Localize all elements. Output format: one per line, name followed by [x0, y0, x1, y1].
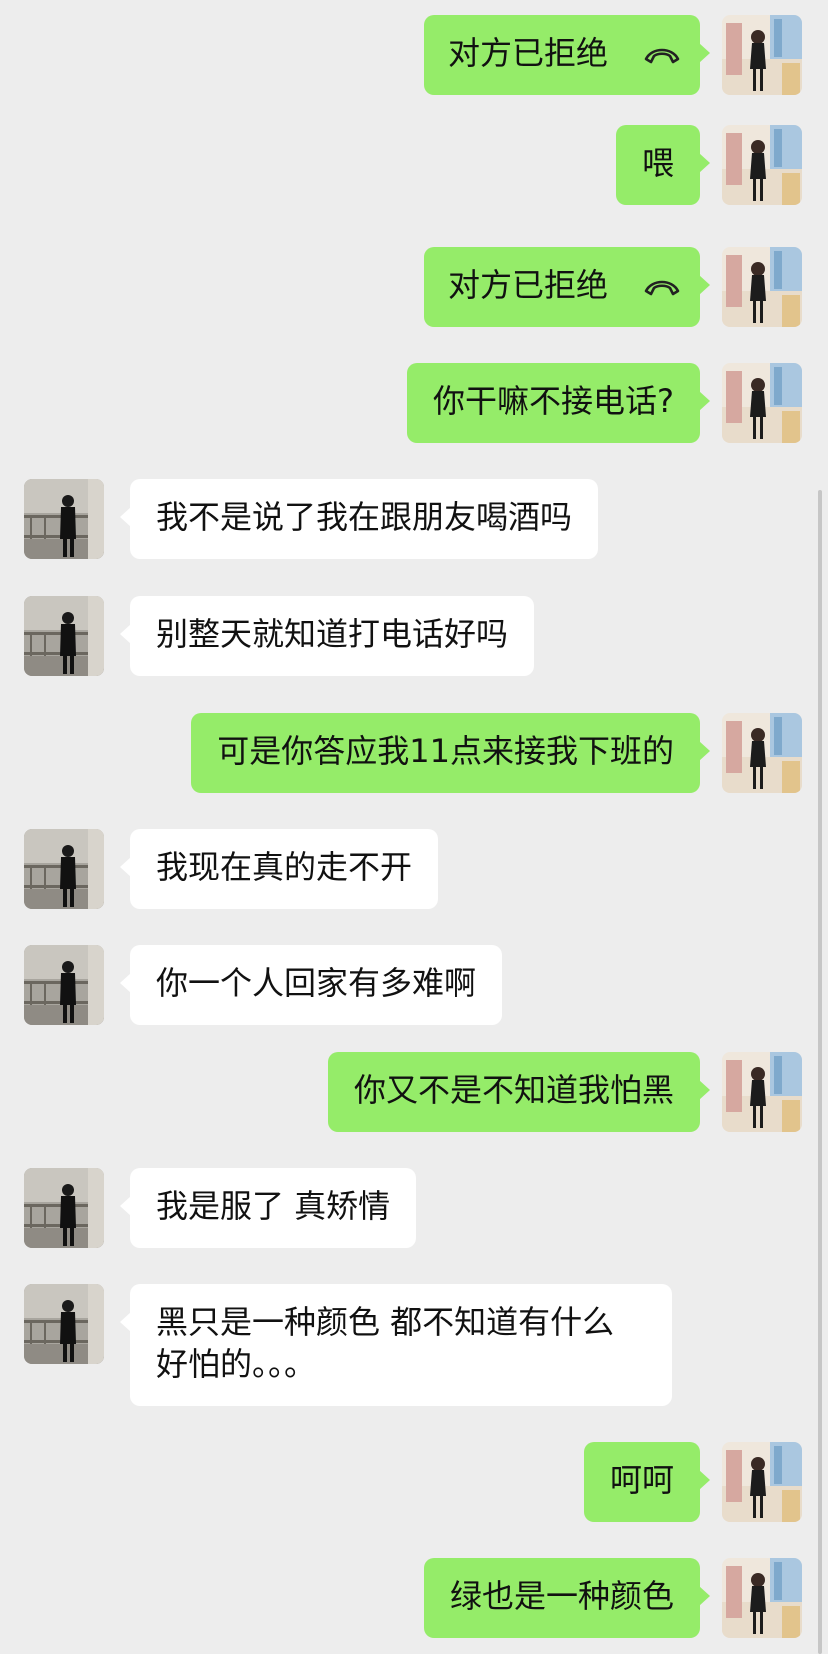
message-row: 我现在真的走不开 — [0, 829, 828, 909]
avatar[interactable] — [24, 1284, 104, 1364]
message-bubble[interactable]: 黑只是一种颜色 都不知道有什么好怕的。。。 — [120, 1284, 672, 1406]
message-row: 我不是说了我在跟朋友喝酒吗 — [0, 479, 828, 559]
message-row: 你干嘛不接电话? — [0, 363, 828, 443]
message-row: 你又不是不知道我怕黑 — [0, 1052, 828, 1132]
message-bubble[interactable]: 我不是说了我在跟朋友喝酒吗 — [119, 479, 599, 559]
message-bubble[interactable]: 可是你答应我11点来接我下班的 — [191, 713, 710, 793]
message-row: 对方已拒绝 — [0, 15, 828, 95]
message-text: 我不是说了我在跟朋友喝酒吗 — [156, 498, 573, 536]
message-bubble[interactable]: 你一个人回家有多难啊 — [119, 945, 503, 1025]
chat-message-list[interactable]: 对方已拒绝 喂 对方已拒绝 你干嘛不接电话? 我不是说了我在跟朋友喝酒吗 别整天… — [0, 0, 828, 1654]
message-text: 喂 — [641, 144, 674, 182]
avatar[interactable] — [24, 596, 104, 676]
scrollbar[interactable] — [818, 490, 822, 1654]
avatar[interactable] — [722, 1558, 802, 1638]
message-text: 你干嘛不接电话? — [433, 382, 674, 420]
message-bubble[interactable]: 你干嘛不接电话? — [407, 363, 710, 443]
hang-up-phone-icon — [644, 280, 680, 296]
message-text: 呵呵 — [609, 1461, 674, 1499]
message-row: 呵呵 — [0, 1442, 828, 1522]
message-text: 对方已拒绝 — [448, 266, 609, 304]
avatar[interactable] — [24, 479, 104, 559]
avatar[interactable] — [722, 363, 802, 443]
call-record-bubble[interactable]: 对方已拒绝 — [424, 247, 710, 327]
avatar[interactable] — [722, 713, 802, 793]
message-text: 黑只是一种颜色 都不知道有什么好怕的。。。 — [156, 1303, 615, 1383]
message-text: 你一个人回家有多难啊 — [156, 964, 477, 1002]
avatar[interactable] — [24, 1168, 104, 1248]
avatar[interactable] — [722, 125, 802, 205]
message-text: 我现在真的走不开 — [156, 848, 413, 886]
message-row: 喂 — [0, 125, 828, 205]
message-row: 对方已拒绝 — [0, 247, 828, 327]
message-row: 别整天就知道打电话好吗 — [0, 596, 828, 676]
message-text: 别整天就知道打电话好吗 — [156, 615, 509, 653]
message-row: 黑只是一种颜色 都不知道有什么好怕的。。。 — [0, 1284, 828, 1406]
message-text: 绿也是一种颜色 — [449, 1577, 674, 1615]
message-text: 你又不是不知道我怕黑 — [353, 1071, 674, 1109]
avatar[interactable] — [24, 945, 104, 1025]
avatar[interactable] — [722, 1442, 802, 1522]
message-row: 我是服了 真矫情 — [0, 1168, 828, 1248]
message-text: 对方已拒绝 — [448, 34, 609, 72]
avatar[interactable] — [722, 247, 802, 327]
hang-up-phone-icon — [644, 48, 680, 64]
message-text: 可是你答应我11点来接我下班的 — [217, 732, 674, 770]
avatar[interactable] — [722, 15, 802, 95]
message-bubble[interactable]: 呵呵 — [583, 1442, 711, 1522]
message-row: 你一个人回家有多难啊 — [0, 945, 828, 1025]
call-record-bubble[interactable]: 对方已拒绝 — [424, 15, 710, 95]
avatar[interactable] — [24, 829, 104, 909]
message-row: 绿也是一种颜色 — [0, 1558, 828, 1638]
message-bubble[interactable]: 绿也是一种颜色 — [423, 1558, 711, 1638]
message-row: 可是你答应我11点来接我下班的 — [0, 713, 828, 793]
avatar[interactable] — [722, 1052, 802, 1132]
message-bubble[interactable]: 你又不是不知道我怕黑 — [327, 1052, 711, 1132]
message-text: 我是服了 真矫情 — [156, 1187, 391, 1225]
message-bubble[interactable]: 别整天就知道打电话好吗 — [119, 596, 535, 676]
message-bubble[interactable]: 我现在真的走不开 — [119, 829, 439, 909]
message-bubble[interactable]: 我是服了 真矫情 — [119, 1168, 417, 1248]
message-bubble[interactable]: 喂 — [615, 125, 711, 205]
